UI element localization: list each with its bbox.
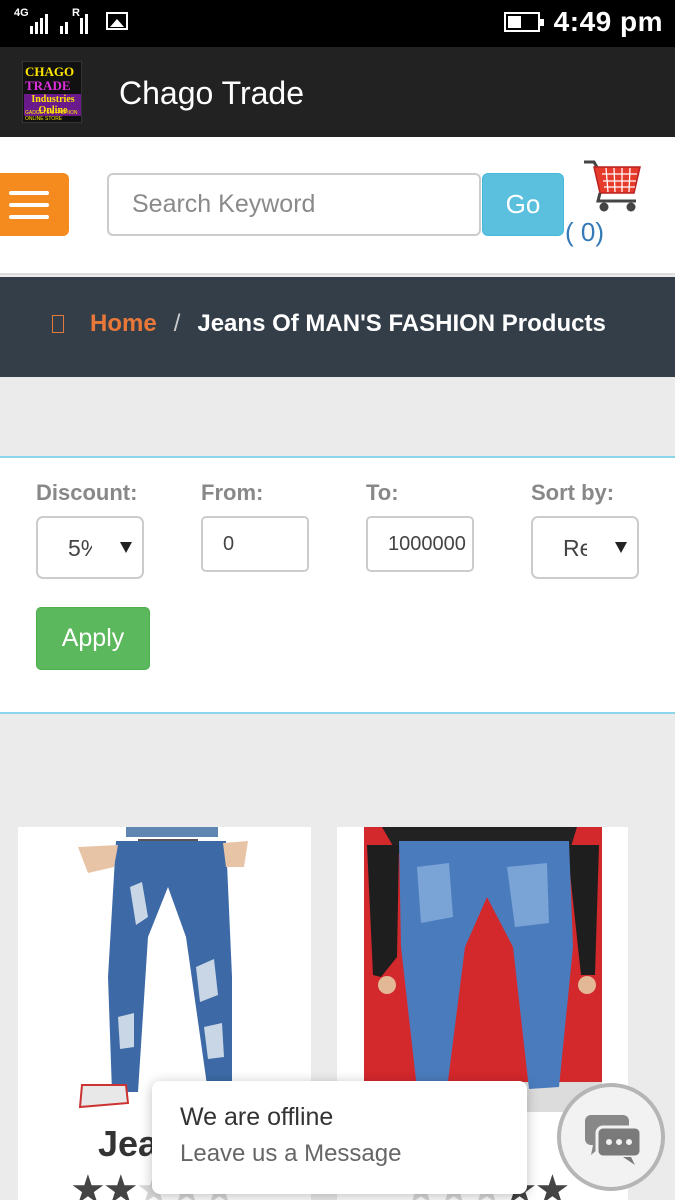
search-input[interactable]: [107, 173, 481, 236]
price-to-input[interactable]: [366, 516, 474, 572]
discount-selected-value: 5%: [68, 535, 92, 561]
chat-button[interactable]: [557, 1083, 665, 1191]
from-label: From:: [201, 480, 264, 505]
apply-button[interactable]: Apply: [36, 607, 150, 670]
to-label: To:: [366, 480, 399, 505]
logo-text-top: CHAGO TRADE: [25, 64, 75, 93]
chat-bubbles-icon: [585, 1115, 643, 1165]
roaming-label: R: [72, 7, 80, 19]
product-title[interactable]: Jea: [98, 1123, 158, 1165]
search-header: Go ( 0): [0, 137, 675, 275]
chat-offline-bubble[interactable]: We are offline Leave us a Message: [152, 1081, 527, 1194]
logo-text-bottom: GADGETS & FASHION ONLINE STORE: [25, 110, 78, 122]
menu-button[interactable]: [0, 173, 69, 236]
hamburger-icon-line: [9, 215, 49, 219]
breadcrumb: Home / Jeans Of MAN'S FASHION Products: [52, 310, 606, 338]
go-button[interactable]: Go: [482, 173, 564, 236]
shopping-cart-icon[interactable]: [582, 157, 642, 213]
chat-status-text: We are offline: [180, 1103, 334, 1131]
sort-selected-value: Re: [563, 535, 587, 561]
chevron-down-icon: [120, 542, 132, 553]
brand-logo[interactable]: CHAGO TRADE Industries Online GADGETS & …: [22, 61, 82, 123]
app-bar: CHAGO TRADE Industries Online GADGETS & …: [0, 47, 675, 137]
home-icon: [52, 315, 64, 333]
breadcrumb-home-link[interactable]: Home: [90, 310, 157, 338]
battery-icon: [503, 12, 544, 32]
status-left: 4G R: [14, 8, 128, 34]
price-from-input[interactable]: [201, 516, 309, 572]
breadcrumb-separator: /: [173, 310, 181, 337]
clock: 4:49 pm: [553, 6, 663, 37]
network-type-label: 4G: [14, 7, 29, 19]
discount-select[interactable]: 5%: [36, 516, 144, 579]
cart-count[interactable]: ( 0): [565, 217, 604, 248]
roaming-signal-icon: R: [58, 8, 92, 34]
gallery-icon: [106, 12, 128, 30]
star-icon: ★★: [70, 1168, 139, 1200]
app-title: Chago Trade: [119, 75, 305, 111]
sort-select[interactable]: Re: [531, 516, 639, 579]
battery-level: [507, 16, 521, 28]
hamburger-icon: [9, 191, 49, 195]
breadcrumb-current: Jeans Of MAN'S FASHION Products: [197, 310, 606, 337]
sort-label: Sort by:: [531, 480, 615, 505]
breadcrumb-bar: Home / Jeans Of MAN'S FASHION Products: [0, 277, 675, 377]
signal-icon: 4G: [14, 8, 48, 34]
discount-label: Discount:: [36, 480, 138, 505]
status-right: 4:49 pm: [503, 6, 663, 38]
filter-panel: Discount: From: To: Sort by: 5% Re Apply: [0, 456, 675, 714]
status-bar: 4G R 4:49 pm: [0, 0, 675, 47]
chat-leave-message-link[interactable]: Leave us a Message: [180, 1140, 401, 1168]
hamburger-icon-line: [9, 203, 49, 207]
chevron-down-icon: [615, 542, 627, 553]
product-image[interactable]: [337, 827, 628, 1112]
product-image[interactable]: [18, 827, 311, 1112]
